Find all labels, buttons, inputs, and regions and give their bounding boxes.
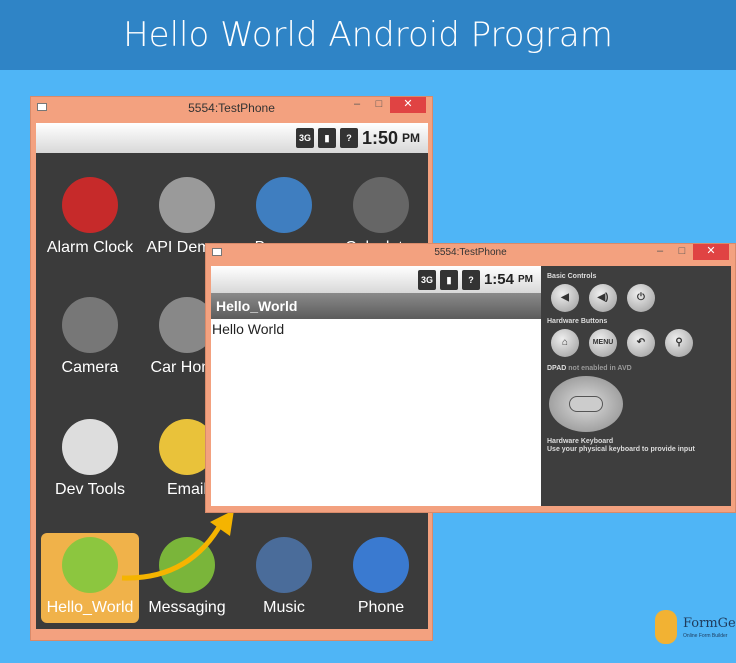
- clock: 1:54: [483, 271, 514, 288]
- 3g-icon: 3G: [417, 269, 436, 290]
- hardware-buttons-label: Hardware Buttons: [547, 318, 608, 325]
- app-dev-tools[interactable]: Dev Tools: [41, 415, 139, 505]
- close-button[interactable]: ✕: [390, 97, 426, 113]
- help-icon: ?: [461, 269, 480, 290]
- controls-panel: Basic Controls ◀ ◀) ⏻ Hardware Buttons ⌂…: [541, 266, 731, 506]
- window-icon: [37, 103, 47, 111]
- title-bar: 5554:TestPhone – □ ✕: [31, 97, 432, 119]
- arrow-icon: [121, 510, 234, 581]
- app-label: Dev Tools: [55, 481, 125, 498]
- logo-tagline: Online Form Builder: [683, 633, 728, 639]
- dpad-note: not enabled in AVD: [568, 365, 632, 372]
- app-label: Phone: [357, 599, 405, 616]
- app-label: Messaging: [148, 599, 226, 616]
- page-title: Hello World Android Program: [0, 0, 736, 70]
- app-label: Hello_World: [46, 599, 134, 616]
- clock: 1:50: [361, 127, 398, 148]
- search-button[interactable]: ⚲: [665, 329, 693, 357]
- menu-button[interactable]: MENU: [589, 329, 617, 357]
- ampm: PM: [402, 131, 420, 145]
- signal-icon: ▮: [317, 128, 336, 148]
- app-content: Hello World: [211, 319, 541, 506]
- app-phone[interactable]: Phone: [332, 533, 430, 623]
- help-icon: ?: [339, 128, 358, 148]
- logo-name: FormGet: [683, 616, 736, 631]
- app-icon: [62, 177, 118, 233]
- keyboard-note: Use your physical keyboard to provide in…: [547, 446, 695, 453]
- status-bar: 3G ▮? 1:54 PM: [211, 266, 541, 293]
- app-icon: [256, 177, 312, 233]
- volume-up-button[interactable]: ◀): [589, 284, 617, 312]
- keyboard-label: Hardware Keyboard: [547, 438, 614, 445]
- ampm: PM: [518, 274, 533, 285]
- emulator-window-2: 5554:TestPhone – □ ✕ 3G ▮? 1:54 PM Hello_Wor…: [205, 243, 736, 513]
- title-bar: 5554:TestPhone – □ ✕: [206, 244, 735, 262]
- app-camera[interactable]: Camera: [41, 293, 139, 383]
- app-label: Alarm Clock: [46, 239, 134, 256]
- close-button[interactable]: ✕: [693, 244, 729, 260]
- signal-icon: ▮: [439, 269, 458, 290]
- app-icon: [159, 177, 215, 233]
- app-label: Music: [263, 599, 305, 616]
- window-title: 5554:TestPhone: [188, 101, 275, 115]
- maximize-button[interactable]: □: [671, 244, 693, 260]
- hello-text: Hello World: [212, 321, 285, 337]
- power-button[interactable]: ⏻: [627, 284, 655, 312]
- 3g-icon: 3G: [295, 128, 314, 148]
- window-title: 5554:TestPhone: [434, 247, 507, 258]
- maximize-button[interactable]: □: [368, 97, 390, 113]
- minimize-button[interactable]: –: [649, 244, 671, 260]
- volume-down-button[interactable]: ◀: [551, 284, 579, 312]
- dpad-label: DPAD: [547, 365, 567, 372]
- app-icon: [256, 537, 312, 593]
- app-label: Camera: [61, 359, 119, 376]
- app-icon: [62, 297, 118, 353]
- app-icon: [62, 419, 118, 475]
- app-title-bar: Hello_World: [211, 293, 541, 319]
- app-alarm-clock[interactable]: Alarm Clock: [41, 173, 139, 263]
- minimize-button[interactable]: –: [346, 97, 368, 113]
- basic-controls-label: Basic Controls: [547, 273, 597, 280]
- window-icon: [212, 248, 222, 256]
- home-button[interactable]: ⌂: [551, 329, 579, 357]
- app-icon: [353, 537, 409, 593]
- app-icon: [353, 177, 409, 233]
- status-bar: 3G ▮? 1:50 PM: [36, 123, 428, 153]
- dpad[interactable]: [549, 376, 623, 432]
- back-button[interactable]: ↶: [627, 329, 655, 357]
